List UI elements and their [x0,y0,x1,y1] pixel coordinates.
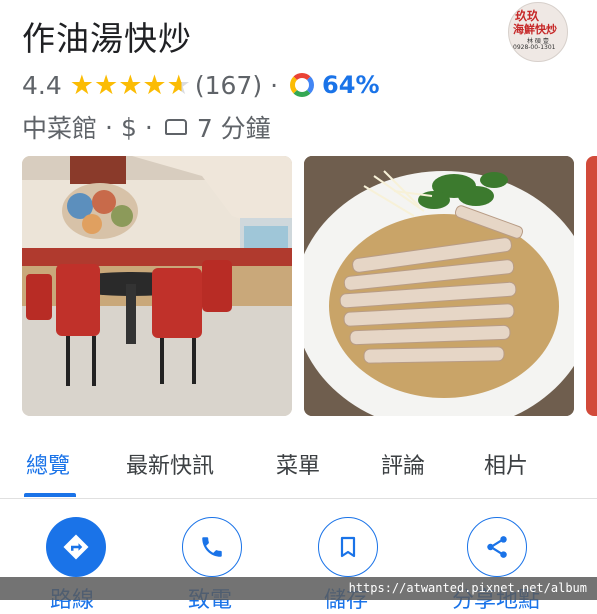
rating-row[interactable]: 4.4 ★ ★ ★ ★ ★ (167) · 64% [22,68,380,102]
share-icon [487,536,507,558]
half-star-icon: ★ [166,69,191,101]
star-icon: ★ [118,69,143,101]
directions-button[interactable] [46,517,106,577]
tab-updates[interactable]: 最新快訊 [126,448,214,480]
logo-text: 0928-00-1301 [513,44,556,51]
price-level: $ [120,112,137,142]
watermark: https://atwanted.pixnet.net/album [0,577,597,600]
google-match-icon [290,73,315,97]
tab-menu[interactable]: 菜單 [276,448,320,480]
bookmark-icon [340,536,356,558]
category: 中菜館 [22,114,98,143]
star-rating: ★ ★ ★ ★ ★ [70,72,191,99]
rating-value: 4.4 [22,70,62,100]
separator: · [105,112,113,142]
star-icon: ★ [69,69,94,101]
save-button[interactable] [318,517,378,577]
directions-icon [63,534,89,560]
tab-reviews[interactable]: 評論 [381,448,425,480]
tab-bar: 總覽 最新快訊 菜單 評論 相片 [0,442,597,499]
separator: · [144,112,153,142]
photo-dish[interactable] [304,156,574,416]
share-button[interactable] [467,517,527,577]
logo-text: 海鮮快炒 [513,23,557,36]
photo-next-partial[interactable] [586,156,597,416]
drive-time: 7 分鐘 [196,114,271,143]
tab-photos[interactable]: 相片 [484,448,528,480]
phone-icon [202,537,222,557]
category-row: 中菜館 · $ · 7 分鐘 [22,110,271,144]
call-button[interactable] [182,517,242,577]
place-title: 作油湯快炒 [22,19,192,58]
dish-photo-graphic [304,156,574,416]
review-count[interactable]: (167) [195,71,262,100]
car-icon [164,119,187,135]
photo-restaurant-interior[interactable] [22,156,292,416]
tab-overview[interactable]: 總覽 [26,448,70,480]
separator: · [270,70,279,100]
star-icon: ★ [142,69,167,101]
star-icon: ★ [93,69,119,101]
restaurant-logo[interactable]: 玖玖 海鮮快炒 林 碩 壹 0928-00-1301 [508,2,568,62]
interior-photo-graphic [22,156,292,416]
match-percent[interactable]: 64% [322,71,379,99]
active-tab-indicator [24,493,76,497]
